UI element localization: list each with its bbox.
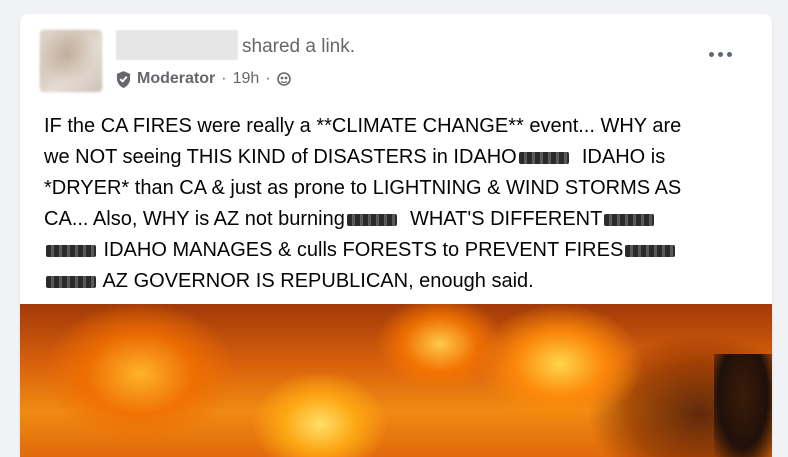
post-body-line: IDAHO MANAGES & culls FORESTS to PREVENT… [44,235,760,266]
post-body-line: *DRYER* than CA & just as prone to LIGHT… [44,173,760,204]
moderator-badge: Moderator [137,70,216,87]
post-body-text: IF the CA FIRES were really a **CLIMATE … [44,115,682,137]
post-timestamp[interactable]: 19h [233,70,260,88]
post-body: IF the CA FIRES were really a **CLIMATE … [44,111,760,297]
author-name-redacted[interactable] [116,30,238,60]
more-options-icon[interactable] [702,42,738,66]
link-preview-image[interactable] [20,304,772,457]
post-body-line: AZ GOVERNOR IS REPUBLICAN, enough said. [44,266,760,297]
post-meta: Moderator · 19h · [116,69,291,89]
avatar-blur-overlay [40,30,102,92]
post-card: shared a link. Moderator · 19h · IF the … [20,14,772,457]
globe-icon [276,72,291,86]
post-body-line: IF the CA FIRES were really a **CLIMATE … [44,111,760,142]
post-body-text: we NOT seeing THIS KIND of DISASTERS in … [44,146,517,168]
post-body-text: WHAT'S DIFFERENT [398,208,603,230]
post-body-line: we NOT seeing THIS KIND of DISASTERS in … [44,142,760,173]
post-body-line: CA... Also, WHY is AZ not burning WHAT'S… [44,204,760,235]
shared-link-text: shared a link. [242,36,356,57]
shield-icon [116,70,131,88]
post-body-text: AZ GOVERNOR IS REPUBLICAN, enough said. [98,270,534,292]
post-body-text: IDAHO is [570,146,666,168]
post-body-text: IDAHO MANAGES & culls FORESTS to PREVENT… [98,239,624,261]
meta-separator: · [265,70,271,87]
emoji-icon [625,244,676,257]
post-body-text: CA... Also, WHY is AZ not burning [44,208,345,230]
meta-separator: · [221,70,227,87]
emoji-icon [604,213,655,226]
emoji-icon [46,275,96,288]
post-body-text: *DRYER* than CA & just as prone to LIGHT… [44,177,682,199]
emoji-icon [346,213,397,226]
tree-silhouette [714,354,772,457]
emoji-icon [518,151,569,164]
emoji-icon [46,244,96,257]
